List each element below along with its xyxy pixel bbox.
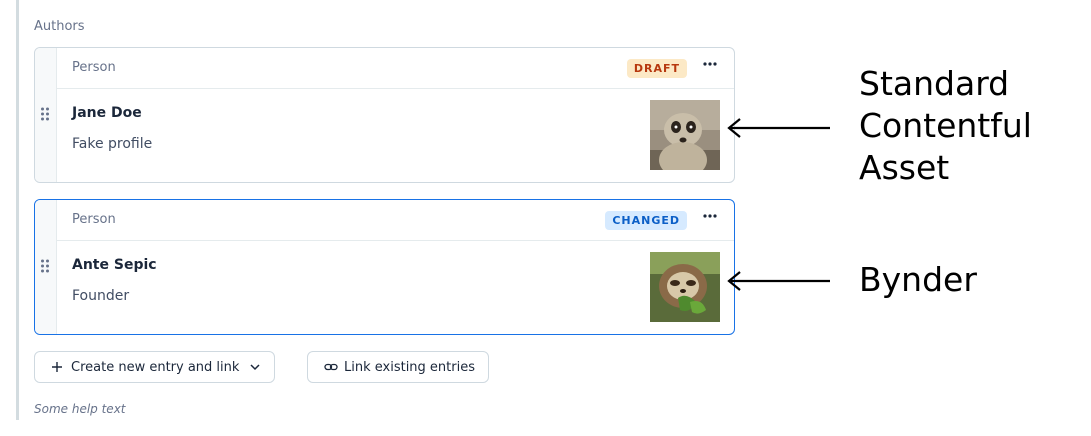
entry-card[interactable]: Person CHANGED Ante Sepic Founder bbox=[34, 199, 735, 335]
field-help-text: Some help text bbox=[34, 402, 126, 416]
entry-card[interactable]: Person DRAFT Jane Doe Fake profile bbox=[34, 47, 735, 183]
field-left-border bbox=[16, 0, 19, 420]
sloth-thumbnail bbox=[650, 252, 720, 322]
status-badge: CHANGED bbox=[605, 211, 687, 230]
link-existing-entries-button[interactable]: Link existing entries bbox=[307, 351, 489, 383]
drag-column bbox=[35, 200, 57, 334]
arrow-icon bbox=[727, 271, 830, 291]
link-button-label: Link existing entries bbox=[344, 359, 475, 375]
ellipsis-icon[interactable] bbox=[700, 58, 720, 72]
status-badge: DRAFT bbox=[626, 59, 687, 78]
annotation-line: Standard bbox=[859, 64, 1010, 103]
entry-card-header: Person CHANGED bbox=[56, 200, 734, 241]
create-button-label: Create new entry and link bbox=[71, 359, 240, 375]
ellipsis-icon[interactable] bbox=[700, 210, 720, 224]
annotation-bynder: Bynder bbox=[859, 260, 977, 299]
field-label: Authors bbox=[34, 19, 85, 34]
entry-description: Founder bbox=[72, 288, 130, 304]
entry-card-header: Person DRAFT bbox=[56, 48, 734, 89]
entry-title: Jane Doe bbox=[72, 105, 142, 121]
entry-card-body: Jane Doe Fake profile bbox=[56, 88, 734, 182]
link-icon bbox=[324, 363, 338, 371]
entry-card-body: Ante Sepic Founder bbox=[56, 240, 734, 334]
arrow-icon bbox=[727, 118, 830, 138]
annotation-line: Contentful bbox=[859, 106, 1032, 145]
entry-title: Ante Sepic bbox=[72, 257, 157, 273]
drag-column bbox=[35, 48, 57, 182]
drag-handle-icon[interactable] bbox=[40, 258, 50, 274]
annotation-standard-asset: Standard Contentful Asset bbox=[859, 63, 1032, 189]
annotation-line: Asset bbox=[859, 148, 950, 187]
plus-icon bbox=[52, 362, 62, 372]
drag-handle-icon[interactable] bbox=[40, 106, 50, 122]
meerkat-thumbnail bbox=[650, 100, 720, 170]
content-type-label: Person bbox=[72, 60, 116, 75]
chevron-down-icon bbox=[250, 364, 260, 371]
content-type-label: Person bbox=[72, 212, 116, 227]
entry-description: Fake profile bbox=[72, 136, 153, 152]
create-new-entry-button[interactable]: Create new entry and link bbox=[34, 351, 275, 383]
